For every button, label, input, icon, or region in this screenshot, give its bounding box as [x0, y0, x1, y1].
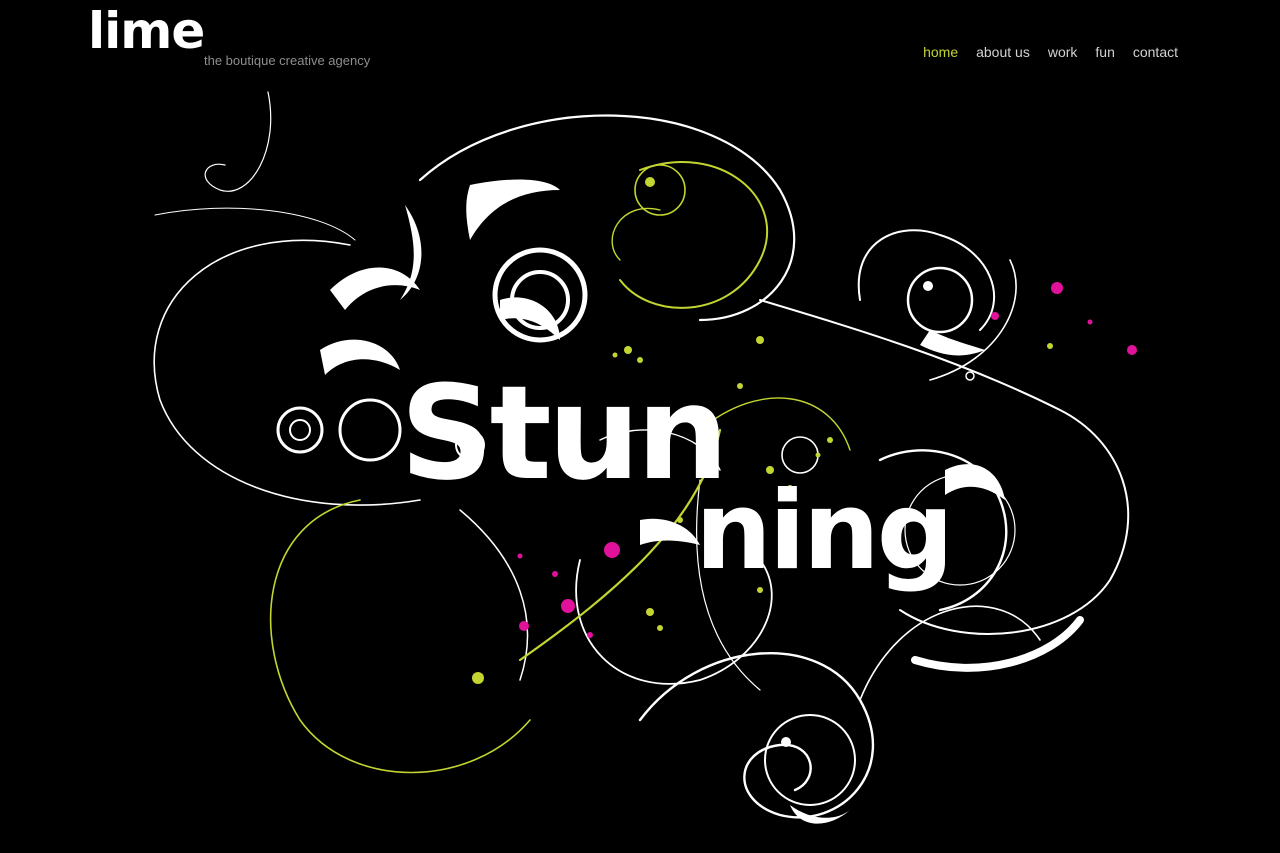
lime-dot [677, 517, 683, 523]
ring [276, 406, 324, 454]
main-nav: home about us work fun contact [923, 44, 1178, 60]
magenta-dot [587, 632, 593, 638]
ring [289, 419, 311, 441]
hero-artwork: Stun ning [153, 91, 1137, 824]
magenta-dot [517, 553, 523, 559]
lime-dot [646, 608, 654, 616]
ring [906, 266, 974, 334]
swirl-line [929, 259, 1017, 381]
magenta-dot [604, 542, 620, 558]
swirl-line [619, 161, 768, 309]
leaf-flourish [500, 297, 560, 340]
white-dot [781, 737, 791, 747]
swirl-line [638, 651, 875, 819]
leaf-flourish [640, 518, 700, 545]
page: lime the boutique creative agency home a… [0, 0, 1280, 853]
magenta-dot [519, 621, 529, 631]
nav-fun[interactable]: fun [1095, 44, 1114, 60]
magenta-dot [552, 571, 558, 577]
swirl-line [154, 207, 356, 241]
swirl-line [204, 91, 272, 192]
ring [781, 436, 819, 474]
lime-dot [645, 177, 655, 187]
white-dot [965, 371, 975, 381]
swirl-line [459, 509, 529, 681]
lime-dot [756, 336, 764, 344]
leaf-flourish [945, 464, 1005, 500]
nav-contact[interactable]: contact [1133, 44, 1178, 60]
magenta-dot [561, 599, 575, 613]
white-dot [923, 281, 933, 291]
lime-dot [737, 383, 743, 389]
lime-dot [472, 672, 484, 684]
nav-work[interactable]: work [1048, 44, 1078, 60]
hero-word-part2: ning [695, 469, 951, 594]
lime-dot [1047, 343, 1053, 349]
nav-about-us[interactable]: about us [976, 44, 1030, 60]
white-dot [339, 289, 351, 301]
lime-dot [624, 346, 632, 354]
magenta-dot [1127, 345, 1137, 355]
logo[interactable]: lime [88, 6, 205, 56]
magenta-dot [1051, 282, 1063, 294]
lime-dot [657, 625, 663, 631]
ring [634, 164, 686, 216]
site-header: lime the boutique creative agency home a… [0, 0, 1280, 90]
magenta-dot [1087, 319, 1093, 325]
swirl-line [857, 229, 996, 331]
nav-home[interactable]: home [923, 44, 958, 60]
magenta-dot [991, 312, 999, 320]
leaf-flourish [920, 330, 985, 356]
hero-word-part1: Stun [400, 357, 725, 509]
ring [338, 398, 402, 462]
lime-dot [827, 437, 833, 443]
swirl-line [859, 605, 1041, 701]
tagline: the boutique creative agency [204, 53, 371, 68]
leaf-flourish [466, 179, 560, 240]
leaf-flourish [320, 339, 400, 375]
lime-dot [815, 452, 821, 458]
swirl-line [611, 207, 661, 261]
